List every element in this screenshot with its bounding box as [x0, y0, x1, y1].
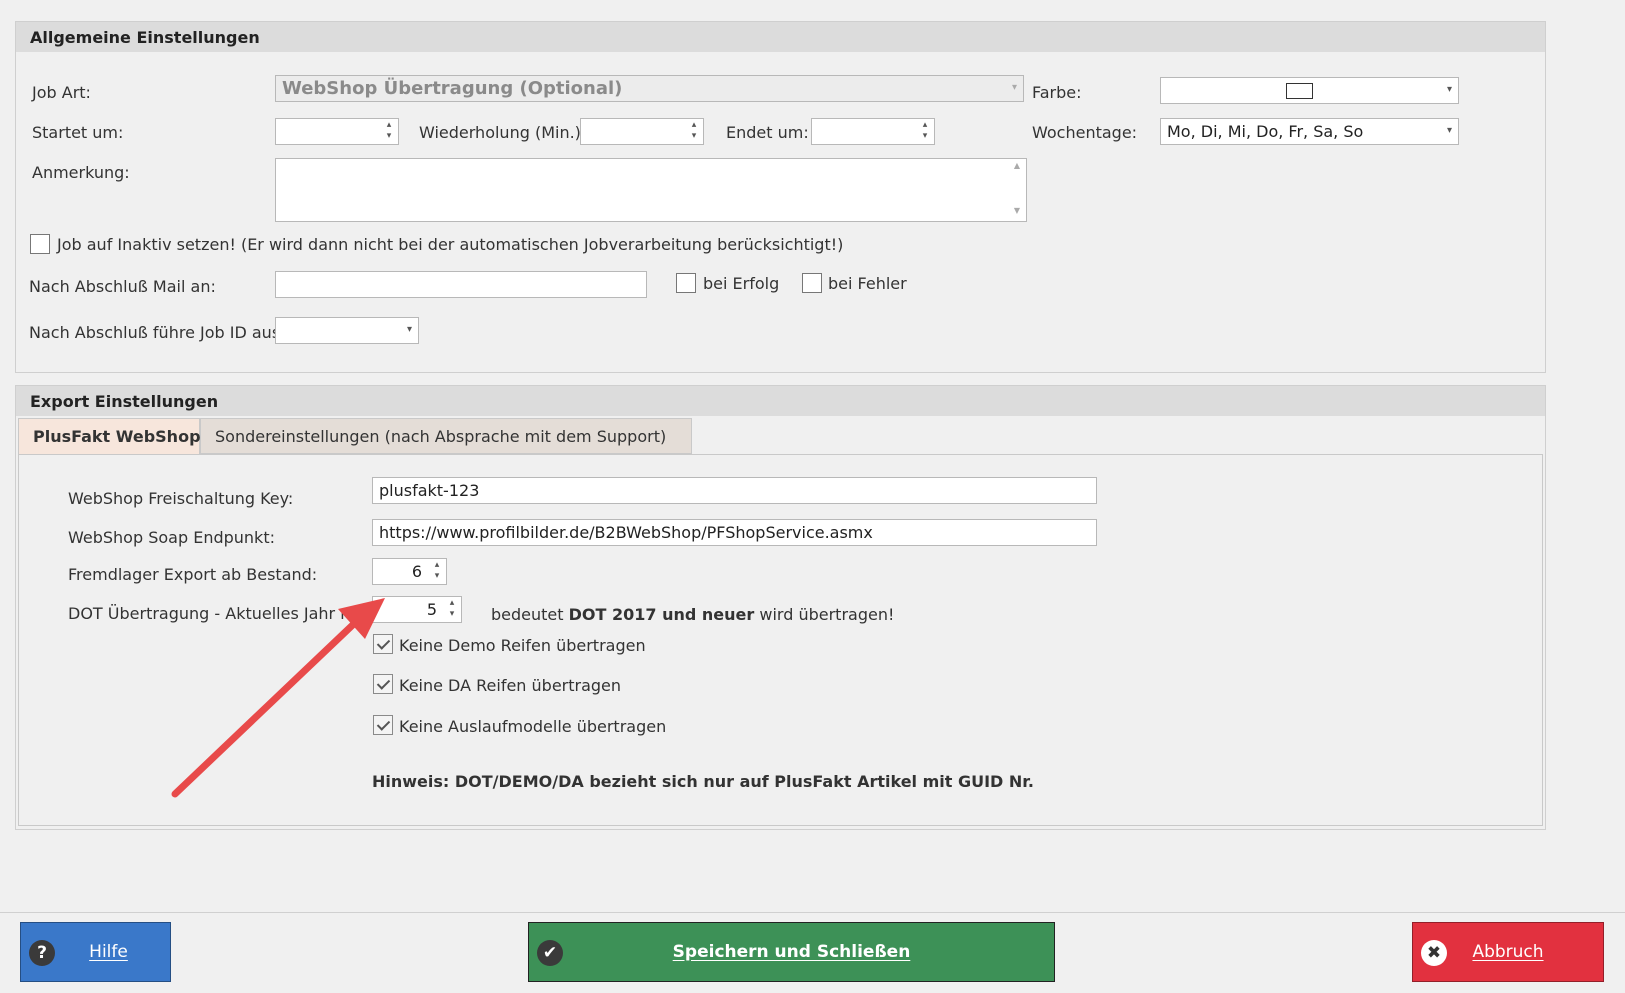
tab-sondereinstellungen[interactable]: Sondereinstellungen (nach Absprache mit …	[200, 418, 692, 454]
bei-erfolg-label: bei Erfolg	[703, 274, 780, 293]
soap-input[interactable]: https://www.profilbilder.de/B2BWebShop/P…	[372, 519, 1097, 546]
anmerkung-label: Anmerkung:	[32, 163, 130, 182]
anmerkung-textarea[interactable]: ▲ ▼	[275, 158, 1027, 222]
endet-time-input[interactable]: ▴ ▾	[811, 118, 935, 145]
fremdlager-value: 6	[411, 562, 422, 581]
startet-time-input[interactable]: ▴ ▾	[275, 118, 399, 145]
chevron-down-icon: ▾	[406, 324, 412, 335]
general-settings-group: Allgemeine Einstellungen Job Art: WebSho…	[15, 21, 1546, 373]
dot-value: 5	[426, 600, 437, 619]
chevron-down-icon: ▾	[1446, 125, 1452, 136]
fremdlager-spinner[interactable]: 6 ▴ ▾	[372, 558, 447, 585]
hinweis-text: Hinweis: DOT/DEMO/DA bezieht sich nur au…	[372, 772, 1034, 791]
mail-label: Nach Abschluß Mail an:	[29, 277, 216, 296]
scrollbar[interactable]: ▲ ▼	[1010, 161, 1024, 219]
no-da-checkbox[interactable]	[373, 674, 393, 694]
job-id-dropdown[interactable]: ▾	[275, 317, 419, 344]
spinner-icon[interactable]: ▴ ▾	[447, 598, 457, 620]
general-settings-title: Allgemeine Einstellungen	[16, 22, 1545, 52]
farbe-label: Farbe:	[1032, 83, 1082, 102]
wiederholung-label: Wiederholung (Min.):	[419, 123, 587, 142]
inaktiv-label: Job auf Inaktiv setzen! (Er wird dann ni…	[57, 235, 844, 254]
bei-fehler-checkbox[interactable]	[802, 273, 822, 293]
job-id-label: Nach Abschluß führe Job ID aus:	[29, 323, 286, 342]
wiederholung-input[interactable]: ▴ ▾	[580, 118, 704, 145]
dot-hint-suffix: wird übertragen!	[759, 605, 895, 624]
bei-fehler-label: bei Fehler	[828, 274, 907, 293]
no-auslauf-checkbox[interactable]	[373, 715, 393, 735]
tab-plusfakt-webshop[interactable]: PlusFakt WebShop	[18, 418, 201, 455]
job-art-value: WebShop Übertragung (Optional)	[282, 78, 623, 99]
wochentage-value: Mo, Di, Mi, Do, Fr, Sa, So	[1167, 122, 1364, 141]
cancel-button-label: Abbruch	[1472, 942, 1544, 962]
cancel-button[interactable]: ✖ Abbruch	[1412, 922, 1604, 982]
save-button-label: Speichern und Schließen	[672, 942, 911, 962]
spinner-icon[interactable]: ▴ ▾	[689, 120, 699, 142]
dot-label: DOT Übertragung - Aktuelles Jahr minus:	[68, 604, 395, 623]
key-input[interactable]: plusfakt-123	[372, 477, 1097, 504]
farbe-color-picker[interactable]: ▾	[1160, 77, 1459, 104]
spinner-icon[interactable]: ▴ ▾	[384, 120, 394, 142]
no-demo-checkbox[interactable]	[373, 634, 393, 654]
mail-input[interactable]	[275, 271, 647, 298]
inaktiv-checkbox[interactable]	[30, 234, 50, 254]
chevron-down-icon: ▾	[1446, 84, 1452, 95]
spinner-icon[interactable]: ▴ ▾	[432, 560, 442, 582]
save-close-button[interactable]: ✔ Speichern und Schließen	[528, 922, 1055, 982]
dot-hint-bold: DOT 2017 und neuer	[568, 605, 755, 624]
fremdlager-label: Fremdlager Export ab Bestand:	[68, 565, 318, 584]
bei-erfolg-checkbox[interactable]	[676, 273, 696, 293]
spinner-icon[interactable]: ▴ ▾	[920, 120, 930, 142]
tab-content-panel: WebShop Freischaltung Key: plusfakt-123 …	[18, 454, 1543, 826]
color-swatch	[1286, 83, 1313, 99]
job-art-dropdown[interactable]: WebShop Übertragung (Optional) ▾	[275, 75, 1024, 102]
dot-spinner[interactable]: 5 ▴ ▾	[372, 596, 462, 623]
no-auslauf-label: Keine Auslaufmodelle übertragen	[399, 717, 667, 736]
wochentage-label: Wochentage:	[1032, 123, 1138, 142]
export-settings-title: Export Einstellungen	[16, 386, 1545, 416]
help-button[interactable]: ? Hilfe	[20, 922, 171, 982]
endet-label: Endet um:	[726, 123, 809, 142]
job-art-label: Job Art:	[32, 83, 91, 102]
no-demo-label: Keine Demo Reifen übertragen	[399, 636, 646, 655]
soap-label: WebShop Soap Endpunkt:	[68, 528, 275, 547]
no-da-label: Keine DA Reifen übertragen	[399, 676, 622, 695]
export-settings-group: Export Einstellungen PlusFakt WebShop So…	[15, 385, 1546, 830]
help-button-label: Hilfe	[89, 942, 128, 962]
dot-hint: bedeutet DOT 2017 und neuer wird übertra…	[491, 605, 894, 624]
chevron-down-icon: ▾	[1011, 82, 1017, 93]
wochentage-dropdown[interactable]: Mo, Di, Mi, Do, Fr, Sa, So ▾	[1160, 118, 1459, 145]
key-label: WebShop Freischaltung Key:	[68, 489, 294, 508]
startet-label: Startet um:	[32, 123, 124, 142]
key-value: plusfakt-123	[379, 481, 480, 500]
soap-value: https://www.profilbilder.de/B2BWebShop/P…	[379, 523, 873, 542]
dot-hint-prefix: bedeutet	[491, 605, 564, 624]
